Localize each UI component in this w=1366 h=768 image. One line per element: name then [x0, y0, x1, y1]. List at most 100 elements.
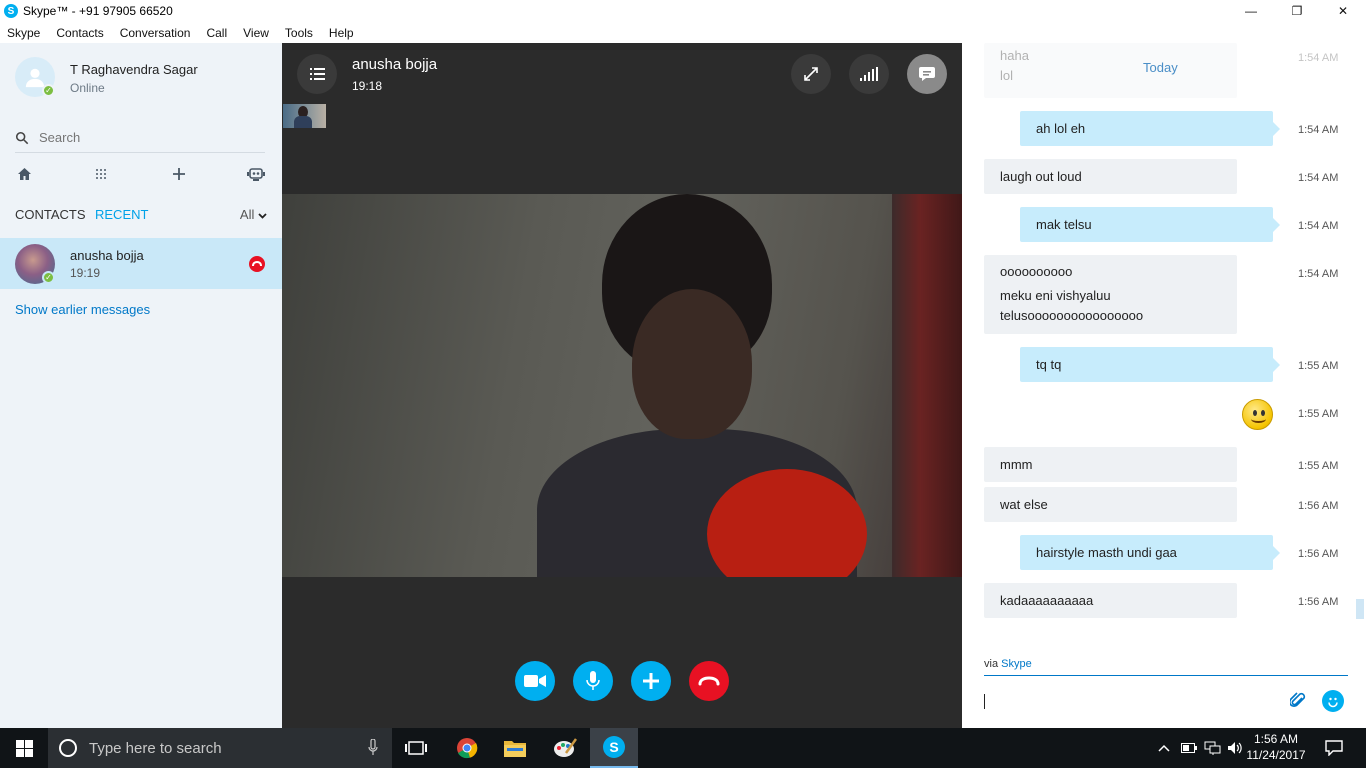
chat-message-outgoing[interactable]: ah lol eh	[1020, 111, 1280, 146]
message-time: 1:54 AM	[1298, 268, 1339, 280]
close-button[interactable]: ✕	[1320, 0, 1366, 22]
start-button[interactable]	[0, 728, 48, 768]
taskbar-search-placeholder: Type here to search	[89, 739, 222, 757]
smile-emoticon-icon[interactable]	[1242, 399, 1273, 430]
taskbar-app-skype[interactable]: S	[590, 728, 638, 768]
emoticons-button[interactable]	[1322, 690, 1344, 712]
minimize-button[interactable]: —	[1228, 0, 1274, 22]
call-contact-name: anusha bojja	[352, 56, 438, 73]
taskbar-app-file-explorer[interactable]	[491, 728, 539, 768]
maximize-button[interactable]: ❐	[1274, 0, 1320, 22]
taskbar-search[interactable]: Type here to search	[48, 728, 392, 768]
action-center-button[interactable]	[1318, 728, 1350, 768]
chat-message-incoming[interactable]: kadaaaaaaaaaa	[984, 583, 1237, 618]
chat-pane: haha lol 1:54 AM Today ah lol eh 1:54 AM…	[962, 43, 1366, 728]
cortana-icon	[59, 739, 77, 757]
remote-video-feed	[282, 194, 962, 577]
call-menu-button[interactable]	[297, 54, 337, 94]
menu-call[interactable]: Call	[206, 26, 227, 40]
person-icon	[25, 68, 45, 88]
menu-tools[interactable]: Tools	[285, 26, 313, 40]
add-icon	[643, 673, 659, 689]
skype-logo-icon: S	[4, 4, 18, 18]
chat-message-incoming[interactable]: laugh out loud	[984, 159, 1237, 194]
message-time: 1:54 AM	[1298, 220, 1339, 232]
search-input[interactable]	[39, 130, 239, 145]
self-video-preview[interactable]	[283, 104, 326, 128]
message-time: 1:56 AM	[1298, 596, 1339, 608]
list-item-recent-contact[interactable]: ✓ anusha bojja 19:19	[0, 238, 282, 289]
skype-icon: S	[603, 736, 625, 758]
online-status-icon: ✓	[42, 271, 55, 284]
task-view-icon	[405, 741, 427, 755]
message-time: 1:56 AM	[1298, 548, 1339, 560]
message-text: telusoooooooooooooooo	[1000, 308, 1144, 323]
filter-dropdown[interactable]: All	[240, 207, 267, 222]
mute-button[interactable]	[573, 661, 613, 701]
menu-view[interactable]: View	[243, 26, 269, 40]
hangup-icon	[698, 676, 720, 686]
attach-file-button[interactable]	[1287, 690, 1309, 712]
tab-recent[interactable]: RECENT	[95, 207, 148, 222]
call-quality-button[interactable]	[849, 54, 889, 94]
menu-help[interactable]: Help	[329, 26, 354, 40]
menu-conversation[interactable]: Conversation	[120, 26, 191, 40]
taskbar-app-paint[interactable]	[541, 728, 589, 768]
taskbar-app-chrome[interactable]	[443, 728, 491, 768]
fullscreen-button[interactable]	[791, 54, 831, 94]
paint-icon	[554, 738, 577, 757]
list-icon	[309, 68, 325, 80]
video-toggle-button[interactable]	[515, 661, 555, 701]
chat-message-incoming[interactable]: oooooooooo meku eni vishyaluu telusooooo…	[984, 255, 1237, 334]
chat-message-outgoing[interactable]: mak telsu	[1020, 207, 1280, 242]
search-bar[interactable]	[15, 123, 265, 153]
chat-message-outgoing[interactable]: tq tq	[1020, 347, 1280, 382]
windows-logo-icon	[15, 739, 33, 757]
battery-tray-icon[interactable]	[1180, 728, 1198, 768]
bots-icon[interactable]	[247, 165, 265, 183]
message-time: 1:55 AM	[1298, 360, 1339, 372]
show-hidden-icons-button[interactable]	[1156, 728, 1172, 768]
emoticon-icon	[1328, 697, 1338, 708]
network-tray-icon[interactable]	[1203, 728, 1223, 768]
menu-skype[interactable]: Skype	[7, 26, 40, 40]
notification-icon	[1325, 740, 1343, 756]
add-contact-icon[interactable]	[170, 165, 188, 183]
message-time: 1:54 AM	[1298, 52, 1339, 64]
profile[interactable]: ✓ T Raghavendra Sagar Online	[15, 57, 275, 101]
home-icon[interactable]	[15, 165, 33, 183]
message-text: wat else	[1000, 497, 1048, 512]
message-time: 1:55 AM	[1298, 408, 1339, 420]
microphone-icon[interactable]	[368, 739, 378, 756]
message-time: 1:56 AM	[1298, 500, 1339, 512]
profile-status[interactable]: Online	[70, 81, 105, 95]
hangup-icon[interactable]	[249, 256, 265, 272]
message-text: laugh out loud	[1000, 169, 1082, 184]
online-status-icon: ✓	[42, 84, 55, 97]
mic-icon	[586, 671, 600, 690]
menu-contacts[interactable]: Contacts	[56, 26, 103, 40]
via-skype-link[interactable]: Skype	[1001, 658, 1032, 670]
chat-scrollbar[interactable]	[1356, 599, 1364, 619]
call-duration: 19:18	[352, 79, 383, 93]
task-view-button[interactable]	[392, 728, 440, 768]
chat-message-incoming[interactable]: mmm	[984, 447, 1237, 482]
clock-date: 11/24/2017	[1246, 748, 1306, 762]
message-input[interactable]	[984, 694, 985, 709]
show-earlier-messages-link[interactable]: Show earlier messages	[15, 302, 150, 317]
contact-tabs: CONTACTS RECENT All	[15, 207, 267, 223]
taskbar-clock[interactable]: 1:56 AM 11/24/2017	[1241, 731, 1311, 763]
chat-message-incoming[interactable]: wat else	[984, 487, 1237, 522]
chat-message-outgoing[interactable]: hairstyle masth undi gaa	[1020, 535, 1280, 570]
end-call-button[interactable]	[689, 661, 729, 701]
message-text: meku eni vishyaluu	[1000, 288, 1111, 303]
message-text: tq tq	[1036, 357, 1062, 372]
date-separator-today: Today	[1143, 60, 1178, 75]
add-participant-button[interactable]	[631, 661, 671, 701]
dialpad-icon[interactable]	[92, 165, 110, 183]
tab-contacts[interactable]: CONTACTS	[15, 207, 86, 222]
show-chat-button[interactable]	[907, 54, 947, 94]
message-text: ah lol eh	[1036, 121, 1086, 136]
window-title: Skype™ - +91 97905 66520	[23, 4, 173, 18]
message-text: lol	[1000, 68, 1014, 83]
